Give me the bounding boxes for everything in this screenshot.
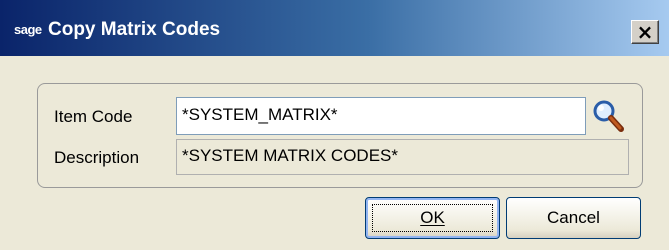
- copy-matrix-codes-dialog: sage Copy Matrix Codes × Item Code *SYST…: [0, 0, 669, 250]
- close-button[interactable]: ×: [631, 20, 659, 44]
- title-bar[interactable]: sage Copy Matrix Codes ×: [0, 0, 669, 56]
- magnifier-icon: [593, 100, 624, 132]
- item-code-label: Item Code: [54, 107, 133, 126]
- ok-button[interactable]: OK: [365, 197, 500, 239]
- sage-logo: sage: [14, 22, 42, 37]
- dialog-title: Copy Matrix Codes: [48, 19, 221, 40]
- close-icon: ×: [636, 20, 654, 44]
- cancel-button-label: Cancel: [547, 208, 600, 227]
- description-field: *SYSTEM MATRIX CODES*: [176, 139, 629, 175]
- description-label: Description: [54, 148, 140, 167]
- item-code-input[interactable]: *SYSTEM_MATRIX*: [176, 97, 586, 135]
- lookup-button[interactable]: [590, 97, 626, 135]
- cancel-button[interactable]: Cancel: [506, 197, 641, 239]
- ok-button-label: OK: [420, 208, 445, 227]
